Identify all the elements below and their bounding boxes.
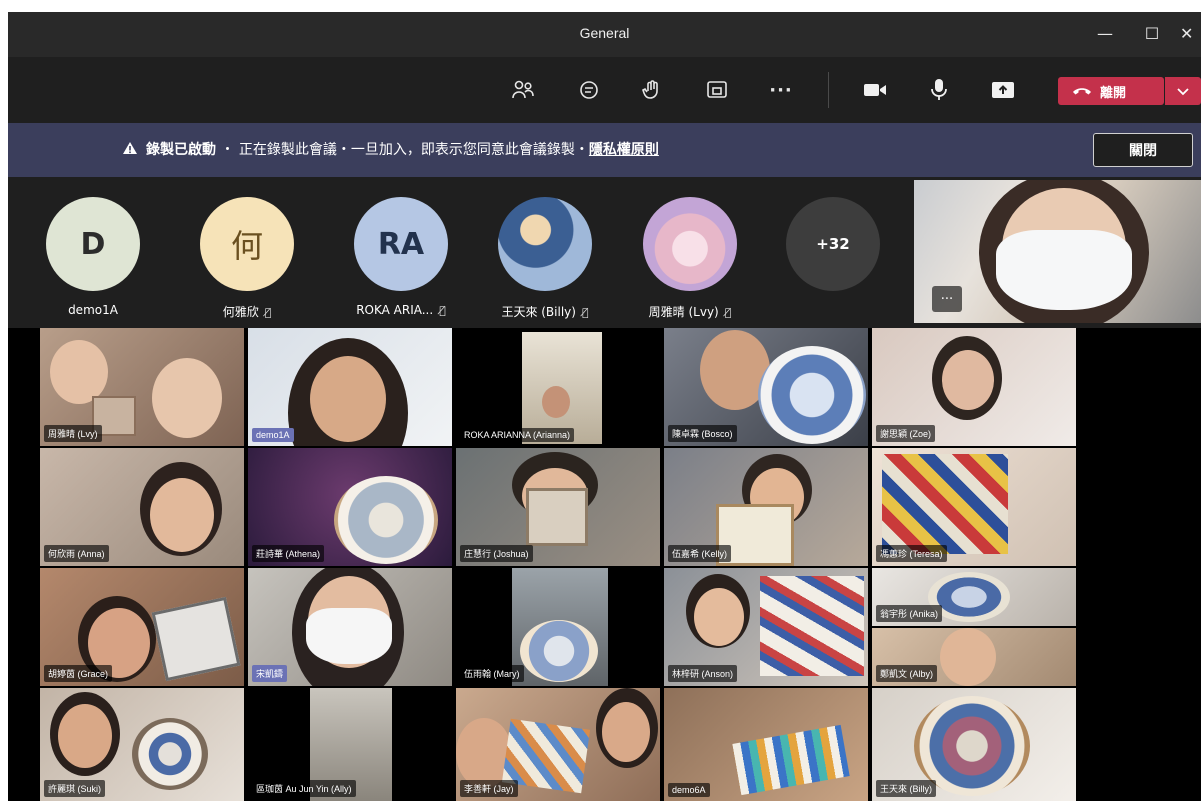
mic-muted-icon: 🎙̸ [264, 306, 272, 319]
avatar: D [46, 197, 140, 291]
participant-label: 許麗琪 (Suki) [44, 780, 106, 797]
privacy-policy-link[interactable]: 隱私權原則 [589, 142, 659, 158]
participant-label: 何欣雨 (Anna) [44, 545, 109, 562]
video-tile[interactable]: 區珈茵 Au Jun Yin (Ally) [248, 688, 452, 801]
mic-muted-icon: 🎙̸ [439, 304, 446, 317]
video-tile[interactable]: ROKA ARIANNA (Arianna) [456, 328, 660, 446]
participant-label: 李善軒 (Jay) [460, 780, 518, 797]
title-bar: General — ☐ ✕ [8, 12, 1201, 57]
participant-label: demo1A [252, 428, 294, 442]
banner-text-line: 錄製已啟動 ・ 正在錄製此會議・一旦加入，即表示您同意此會議錄製・隱私權原則 [122, 139, 659, 159]
video-grid: 周雅晴 (Lvy) demo1A ROKA ARIANNA (Arianna) … [40, 328, 1076, 801]
participant-name: ROKA ARIA... 🎙̸ [356, 303, 446, 317]
video-tile[interactable]: 林梓研 (Anson) [664, 568, 868, 686]
overflow-count: +32 [786, 197, 880, 291]
meeting-toolbar: ··· 離開 [8, 57, 1201, 123]
video-tile[interactable]: 伍雨翰 (Mary) [456, 568, 660, 686]
recording-notice-text: 正在錄製此會議・一旦加入，即表示您同意此會議錄製・ [238, 142, 589, 158]
recording-banner: 錄製已啟動 ・ 正在錄製此會議・一旦加入，即表示您同意此會議錄製・隱私權原則 關… [8, 123, 1201, 177]
video-tile[interactable]: 翁宇彤 (Anika) [872, 568, 1076, 626]
share-screen-icon[interactable] [986, 74, 1020, 106]
participant-card[interactable]: 何 何雅欣 🎙̸ [182, 197, 312, 320]
participant-card[interactable]: RA ROKA ARIA... 🎙̸ [336, 197, 466, 317]
leave-dropdown-chevron-down-icon[interactable] [1165, 77, 1201, 105]
leave-button[interactable]: 離開 [1058, 77, 1164, 105]
microphone-icon[interactable] [922, 74, 956, 106]
video-tile[interactable]: 李善軒 (Jay) [456, 688, 660, 801]
participant-label: 林梓研 (Anson) [668, 665, 738, 682]
participant-label: 謝思穎 (Zoe) [876, 425, 936, 442]
close-icon[interactable]: ✕ [1180, 18, 1201, 50]
video-tile[interactable]: demo6A [664, 688, 868, 801]
participant-label: 莊詩華 (Athena) [252, 545, 325, 562]
participant-label: 王天來 (Billy) [876, 780, 936, 797]
participant-label: 鄭凱文 (Alby) [876, 665, 938, 682]
video-tile[interactable]: 鄭凱文 (Alby) [872, 628, 1076, 686]
dismiss-banner-button[interactable]: 關閉 [1093, 133, 1193, 167]
participant-card[interactable]: D demo1A [28, 197, 158, 317]
participant-label: 庄慧行 (Joshua) [460, 545, 533, 562]
participant-label: 胡婷茵 (Grace) [44, 665, 113, 682]
participant-label: 區珈茵 Au Jun Yin (Ally) [252, 780, 356, 797]
phone-hangup-icon [1072, 84, 1092, 99]
participant-label: ROKA ARIANNA (Arianna) [460, 428, 575, 442]
face-mask [996, 230, 1132, 310]
more-participants-button[interactable]: +32 [768, 197, 898, 291]
participant-card[interactable]: 周雅晴 (Lvy) 🎙̸ [625, 197, 755, 320]
video-tile[interactable]: 庄慧行 (Joshua) [456, 448, 660, 566]
video-tile[interactable]: 謝思穎 (Zoe) [872, 328, 1076, 446]
participant-label: 伍雨翰 (Mary) [460, 665, 524, 682]
video-tile[interactable]: 伍嘉希 (Kelly) [664, 448, 868, 566]
participant-label: demo6A [668, 783, 710, 797]
window-title: General [579, 25, 630, 41]
recording-started-text: 錄製已啟動 [146, 142, 216, 158]
mic-muted-icon: 🎙̸ [724, 306, 732, 319]
participant-label: 伍嘉希 (Kelly) [668, 545, 732, 562]
video-tile[interactable]: 王天來 (Billy) [872, 688, 1076, 801]
share-tray-icon[interactable] [700, 74, 734, 106]
raise-hand-icon[interactable] [636, 74, 670, 106]
video-tile[interactable]: 何欣雨 (Anna) [40, 448, 244, 566]
participants-icon[interactable] [506, 74, 540, 106]
participant-name: 王天來 (Billy) 🎙̸ [501, 305, 589, 319]
avatar-photo [498, 197, 592, 291]
warning-icon [122, 141, 138, 158]
video-tile[interactable]: 周雅晴 (Lvy) [40, 328, 244, 446]
mic-muted-icon: 🎙̸ [581, 306, 589, 319]
participant-name: 何雅欣 🎙̸ [222, 305, 272, 319]
video-tile[interactable]: 胡婷茵 (Grace) [40, 568, 244, 686]
participant-label: 宋凱鑄 [252, 665, 288, 682]
toolbar-divider [828, 72, 829, 108]
video-tile[interactable]: 陳卓霖 (Bosco) [664, 328, 868, 446]
participant-name: demo1A [68, 303, 118, 317]
banner-separator: ・ [216, 142, 239, 158]
video-tile[interactable]: 許麗琪 (Suki) [40, 688, 244, 801]
camera-icon[interactable] [858, 74, 892, 106]
video-tile[interactable]: 馮蕙珍 (Teresa) [872, 448, 1076, 566]
leave-label: 離開 [1100, 85, 1127, 101]
maximize-icon[interactable]: ☐ [1135, 18, 1169, 50]
chat-icon[interactable] [572, 74, 606, 106]
participant-card[interactable]: 王天來 (Billy) 🎙̸ [480, 197, 610, 320]
participant-name: 周雅晴 (Lvy) 🎙̸ [648, 305, 732, 319]
avatar: 何 [200, 197, 294, 291]
participant-label: 馮蕙珍 (Teresa) [876, 545, 947, 562]
more-icon[interactable]: ··· [764, 74, 798, 106]
teams-meeting-window: General — ☐ ✕ ··· 離開 錄製已啟動 ・ 正在錄製此會議・一旦加… [8, 12, 1201, 801]
participant-label: 周雅晴 (Lvy) [44, 425, 102, 442]
video-tile[interactable]: 宋凱鑄 [248, 568, 452, 686]
minimize-icon[interactable]: — [1088, 18, 1122, 50]
avatar-photo [643, 197, 737, 291]
video-tile[interactable]: 莊詩華 (Athena) [248, 448, 452, 566]
participant-label: 翁宇彤 (Anika) [876, 605, 943, 622]
self-view-more-button[interactable]: ... [932, 286, 962, 312]
video-tile[interactable]: demo1A [248, 328, 452, 446]
self-video-preview[interactable]: ... [914, 180, 1201, 323]
participant-label: 陳卓霖 (Bosco) [668, 425, 737, 442]
avatar: RA [354, 197, 448, 291]
